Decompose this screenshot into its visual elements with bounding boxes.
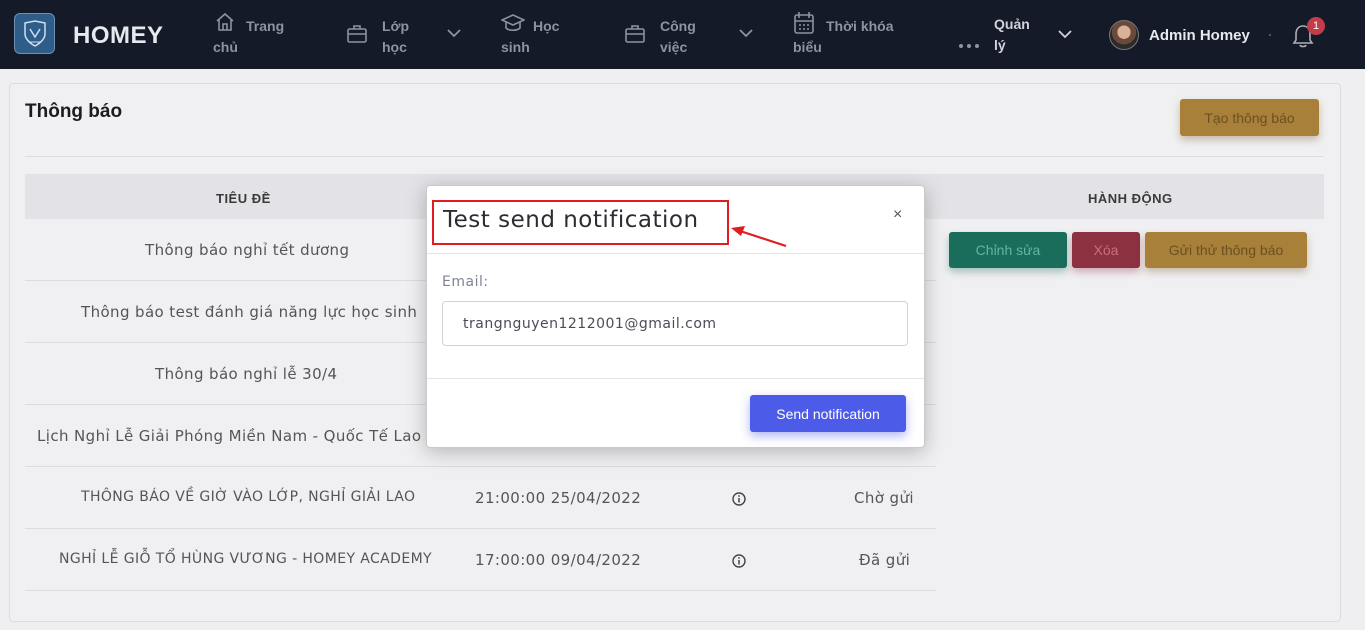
home-icon <box>216 12 234 31</box>
nav-label-line2: lý <box>994 37 1006 53</box>
nav-label-line2: biểu <box>793 39 822 55</box>
page-title: Thông báo <box>25 101 123 122</box>
chevron-down-icon <box>447 29 461 38</box>
top-navbar: HOMEY Trang chủ Lớp học Học sinh Công vi… <box>0 0 1365 69</box>
row-title: Thông báo nghỉ tết dương <box>145 241 350 259</box>
nav-item-classes[interactable]: Lớp học <box>346 14 466 56</box>
nav-item-students[interactable]: Học sinh <box>501 14 581 56</box>
email-label: Email: <box>442 274 489 290</box>
nav-item-timetable[interactable]: Thời khóa biểu <box>793 12 913 56</box>
row-title: Thông báo nghỉ lễ 30/4 <box>155 365 338 383</box>
edit-button[interactable]: Chỉnh sửa <box>949 232 1067 268</box>
graduation-cap-icon <box>501 14 525 32</box>
delete-button[interactable]: Xóa <box>1072 232 1140 268</box>
chevron-down-icon[interactable] <box>1057 29 1073 39</box>
highlight-box <box>432 200 729 245</box>
nav-item-home[interactable]: Trang chủ <box>213 12 303 56</box>
row-title: THÔNG BÁO VỀ GIỜ VÀO LỚP, NGHỈ GIẢI LAO <box>81 489 416 505</box>
nav-item-tasks[interactable]: Công việc <box>624 14 756 56</box>
briefcase-icon <box>625 25 645 43</box>
briefcase-icon <box>347 25 367 43</box>
header-title: TIÊU ĐỀ <box>216 191 271 206</box>
nav-label-line1: Học <box>533 18 560 34</box>
logo[interactable] <box>14 13 55 54</box>
send-notification-button[interactable]: Send notification <box>750 395 906 432</box>
nav-label-line2: chủ <box>213 39 238 55</box>
chevron-down-icon <box>739 29 753 38</box>
logo-icon <box>24 20 46 47</box>
brand-name[interactable]: HOMEY <box>73 22 164 50</box>
user-name[interactable]: Admin Homey <box>1149 27 1250 44</box>
nav-label-line2: học <box>382 39 407 55</box>
email-field[interactable] <box>442 301 908 346</box>
nav-item-manage[interactable]: Quản lý <box>994 14 1030 56</box>
nav-label-line2: sinh <box>501 39 530 55</box>
row-time: 21:00:00 25/04/2022 <box>475 489 642 507</box>
nav-label-line1: Trang <box>246 18 285 34</box>
more-dots-icon[interactable] <box>959 33 983 52</box>
row-time: 17:00:00 09/04/2022 <box>475 551 642 569</box>
nav-label-line1: Lớp <box>382 18 410 34</box>
calendar-icon <box>794 12 814 34</box>
divider <box>427 253 924 254</box>
avatar[interactable] <box>1109 20 1139 50</box>
row-title: Lịch Nghỉ Lễ Giải Phóng Miền Nam - Quốc … <box>37 427 427 445</box>
divider <box>25 156 1324 157</box>
nav-label-line1: Quản <box>994 16 1030 32</box>
row-title: Thông báo test đánh giá năng lực học sin… <box>81 303 418 321</box>
create-notification-button[interactable]: Tạo thông báo <box>1180 99 1319 136</box>
nav-label-line1: Thời khóa <box>826 18 894 34</box>
row-status: Đã gửi <box>859 551 911 569</box>
divider <box>427 378 924 379</box>
header-actions: HÀNH ĐỘNG <box>1088 191 1173 206</box>
test-send-button[interactable]: Gửi thử thông báo <box>1145 232 1307 268</box>
nav-label-line1: Công <box>660 18 696 34</box>
row-title: NGHỈ LỄ GIỖ TỔ HÙNG VƯƠNG - HOMEY ACADEM… <box>59 551 432 567</box>
info-icon[interactable] <box>732 492 746 506</box>
close-button[interactable]: × <box>893 206 902 224</box>
divider <box>1269 34 1271 36</box>
info-icon[interactable] <box>732 554 746 568</box>
nav-label-line2: việc <box>660 39 688 55</box>
annotation-arrow-icon <box>731 226 787 248</box>
row-status: Chờ gửi <box>854 489 914 507</box>
notification-badge: 1 <box>1307 17 1325 35</box>
